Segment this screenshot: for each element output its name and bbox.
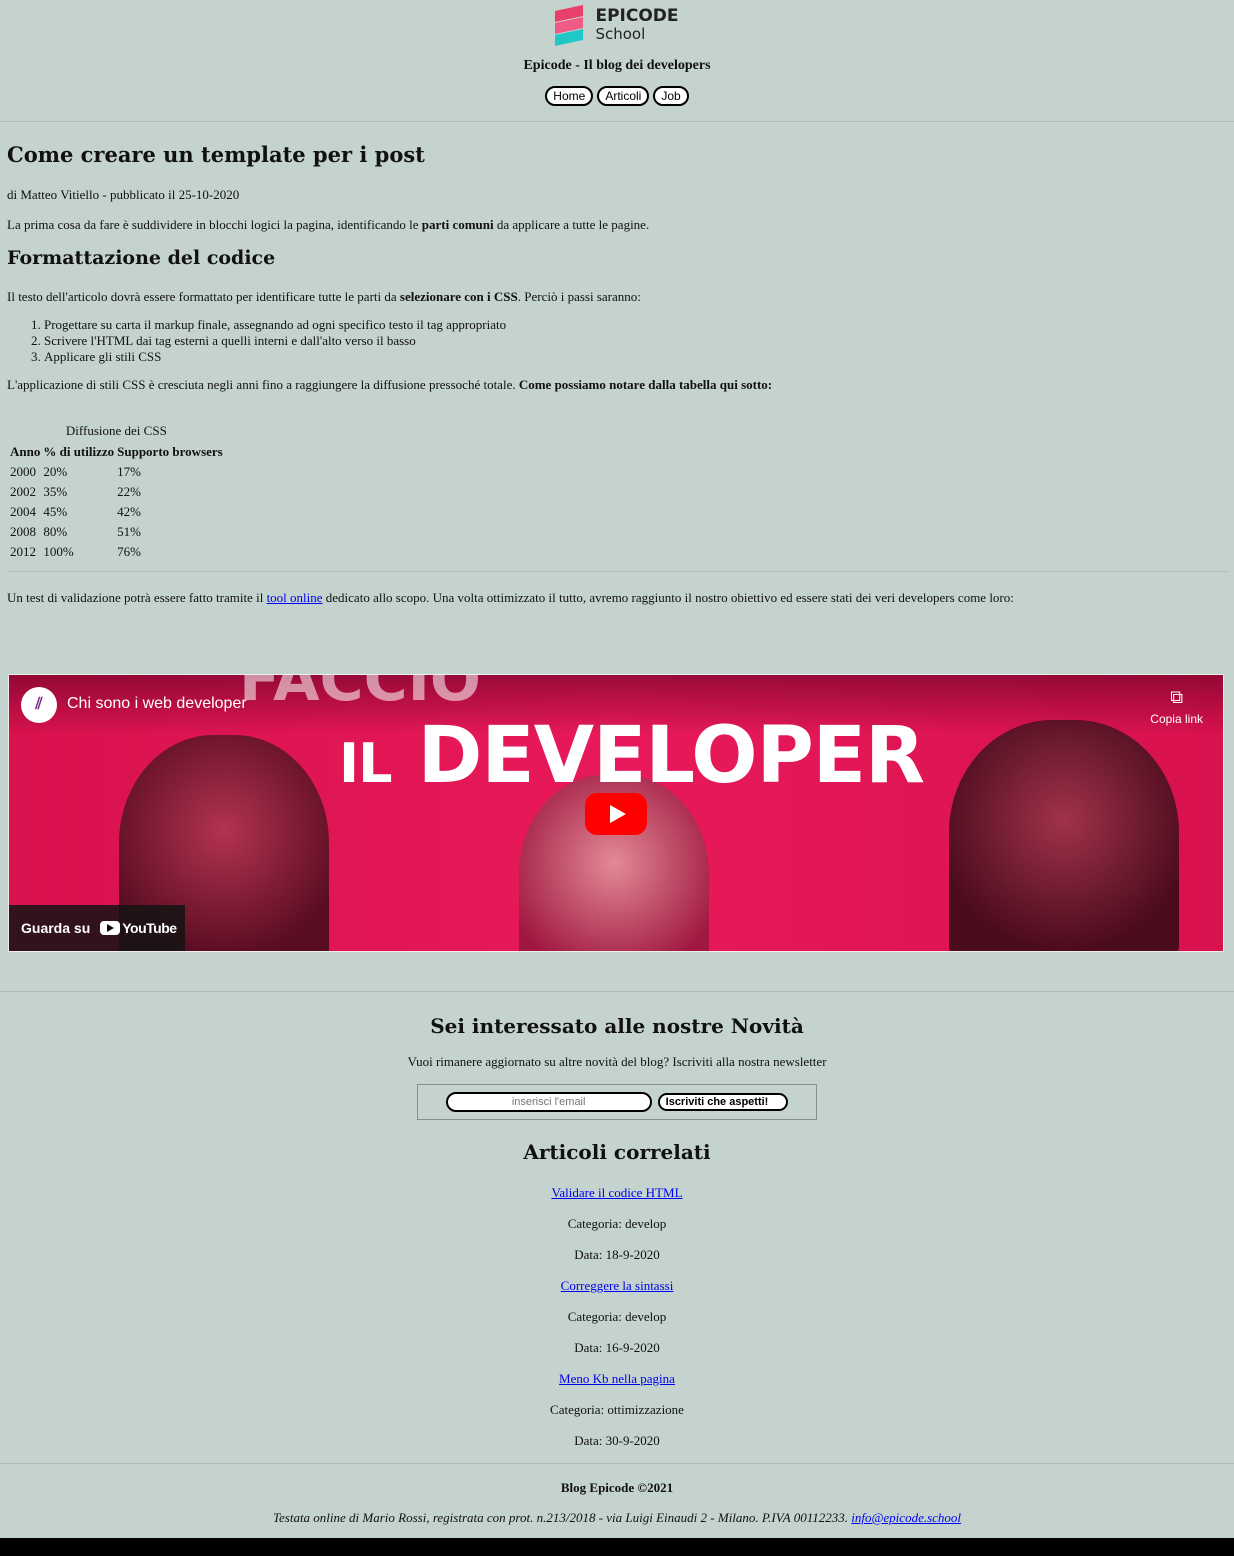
section-title: Formattazione del codice bbox=[7, 247, 276, 269]
nav-articoli-button[interactable]: Articoli bbox=[597, 86, 650, 106]
related-category: Categoria: develop bbox=[567, 1309, 667, 1324]
list-item: Correggere la sintassi Categoria: develo… bbox=[0, 1277, 1234, 1356]
youtube-embed[interactable]: FACCIO IL DEVELOPER ⫽ Chi sono i web dev… bbox=[8, 674, 1224, 952]
related-category: Categoria: ottimizzazione bbox=[550, 1402, 684, 1417]
newsletter-title: Sei interessato alle nostre Novità bbox=[430, 1014, 804, 1038]
youtube-logo: YouTube bbox=[100, 920, 177, 936]
table-cell: 42% bbox=[117, 503, 141, 519]
play-button[interactable] bbox=[585, 793, 647, 835]
table-cell: 2004 bbox=[10, 503, 36, 519]
header-divider bbox=[0, 121, 1234, 122]
related-date: Data: 30-9-2020 bbox=[574, 1433, 660, 1448]
channel-avatar-icon[interactable]: ⫽ bbox=[21, 687, 57, 723]
logo-title: EPICODE bbox=[595, 6, 679, 27]
table-cell: 17% bbox=[117, 463, 141, 479]
table-cell: 51% bbox=[117, 523, 141, 539]
footer-divider bbox=[0, 1463, 1234, 1464]
main-nav: Home Articoli Job bbox=[0, 86, 1234, 106]
related-article-link[interactable]: Correggere la sintassi bbox=[561, 1278, 674, 1293]
nav-job-button[interactable]: Job bbox=[653, 86, 689, 106]
article-byline: di Matteo Vitiello - pubblicato il 25-10… bbox=[7, 187, 240, 202]
footer-testata: Testata online di Mario Rossi, registrat… bbox=[272, 1510, 962, 1525]
blog-title: Epicode - Il blog dei developers bbox=[523, 58, 711, 73]
related-date: Data: 18-9-2020 bbox=[574, 1247, 660, 1262]
epicode-logo-icon bbox=[555, 5, 585, 46]
table-cell: 76% bbox=[117, 543, 141, 559]
table-header: % di utilizzo bbox=[43, 444, 115, 459]
logo-subtitle: School bbox=[595, 25, 646, 44]
copy-icon: ⧉ bbox=[1170, 687, 1184, 707]
page-header: EPICODE School Epicode - Il blog dei dev… bbox=[0, 0, 1234, 106]
watch-label: Guarda su bbox=[21, 920, 91, 936]
table-cell: 2002 bbox=[10, 483, 36, 499]
table-cell: 80% bbox=[43, 523, 68, 539]
video-overlay-text: FACCIO bbox=[239, 674, 481, 715]
css-paragraph: L'applicazione di stili CSS è cresciuta … bbox=[7, 377, 773, 392]
newsletter-form: Iscriviti che aspetti! bbox=[417, 1084, 817, 1120]
table-cell: 20% bbox=[43, 463, 68, 479]
table-cell: 22% bbox=[117, 483, 141, 499]
nav-home-button[interactable]: Home bbox=[545, 86, 594, 106]
article-intro: La prima cosa da fare è suddividere in b… bbox=[7, 217, 650, 232]
validation-text: Un test di validazione potrà essere fatt… bbox=[7, 590, 1014, 605]
table-cell: 45% bbox=[43, 503, 68, 519]
copy-link-button[interactable]: ⧉ Copia link bbox=[1150, 687, 1203, 726]
list-item: Progettare su carta il markup finale, as… bbox=[44, 317, 1227, 333]
related-title: Articoli correlati bbox=[523, 1140, 711, 1164]
table-row: 2008 80% 51% bbox=[10, 523, 223, 540]
article-title: Come creare un template per i post bbox=[7, 142, 425, 167]
list-item: Applicare gli stili CSS bbox=[44, 349, 1227, 365]
related-articles: Articoli correlati Validare il codice HT… bbox=[0, 1140, 1234, 1449]
article: Come creare un template per i post di Ma… bbox=[0, 142, 1234, 606]
related-date: Data: 16-9-2020 bbox=[574, 1340, 660, 1355]
video-divider bbox=[0, 991, 1234, 992]
newsletter-section: Sei interessato alle nostre Novità Vuoi … bbox=[0, 1014, 1234, 1120]
list-item: Validare il codice HTML Categoria: devel… bbox=[0, 1184, 1234, 1263]
related-article-link[interactable]: Validare il codice HTML bbox=[551, 1185, 682, 1200]
youtube-play-icon bbox=[100, 921, 121, 935]
lower-section: Sei interessato alle nostre Novità Vuoi … bbox=[0, 991, 1234, 1526]
table-cell: 100% bbox=[43, 543, 74, 559]
table-row: 2004 45% 42% bbox=[10, 503, 223, 520]
tool-online-link[interactable]: tool online bbox=[267, 590, 323, 605]
table-divider bbox=[7, 571, 1227, 572]
table-row: 2002 35% 22% bbox=[10, 483, 223, 500]
copy-link-label: Copia link bbox=[1150, 712, 1203, 726]
table-cell: 35% bbox=[43, 483, 68, 499]
table-cell: 2000 bbox=[10, 463, 36, 479]
steps-list: Progettare su carta il markup finale, as… bbox=[7, 317, 1227, 365]
table-cell: 2008 bbox=[10, 523, 36, 539]
table-caption: Diffusione dei CSS bbox=[65, 423, 167, 438]
page-footer: Blog Epicode ©2021 Testata online di Mar… bbox=[0, 1463, 1234, 1526]
related-article-link[interactable]: Meno Kb nella pagina bbox=[559, 1371, 675, 1386]
table-cell: 2012 bbox=[10, 543, 36, 559]
logo[interactable]: EPICODE School bbox=[0, 0, 1234, 46]
table-header: Anno bbox=[10, 444, 41, 459]
section-text: Il testo dell'articolo dovrà essere form… bbox=[7, 289, 641, 304]
subscribe-button[interactable]: Iscriviti che aspetti! bbox=[657, 1093, 789, 1111]
bottom-bar bbox=[0, 1538, 1234, 1556]
watch-on-youtube-button[interactable]: Guarda su YouTube bbox=[9, 905, 185, 951]
table-header-row: Anno % di utilizzo Supporto browsers bbox=[10, 444, 223, 460]
footer-copyright: Blog Epicode ©2021 bbox=[560, 1480, 674, 1495]
video-title[interactable]: Chi sono i web developer bbox=[67, 695, 247, 713]
related-category: Categoria: develop bbox=[567, 1216, 667, 1231]
list-item: Meno Kb nella pagina Categoria: ottimizz… bbox=[0, 1370, 1234, 1449]
table-row: 2012 100% 76% bbox=[10, 543, 223, 560]
table-header: Supporto browsers bbox=[117, 444, 223, 459]
person-image bbox=[949, 720, 1179, 951]
email-input[interactable] bbox=[445, 1092, 652, 1112]
newsletter-text: Vuoi rimanere aggiornato su altre novità… bbox=[407, 1054, 827, 1069]
table-row: 2000 20% 17% bbox=[10, 463, 223, 480]
list-item: Scrivere l'HTML dai tag esterni a quelli… bbox=[44, 333, 1227, 349]
css-table: Diffusione dei CSS Anno % di utilizzo Su… bbox=[7, 423, 226, 563]
footer-email-link[interactable]: info@epicode.school bbox=[851, 1510, 961, 1525]
video-headline: IL DEVELOPER bbox=[339, 711, 925, 801]
